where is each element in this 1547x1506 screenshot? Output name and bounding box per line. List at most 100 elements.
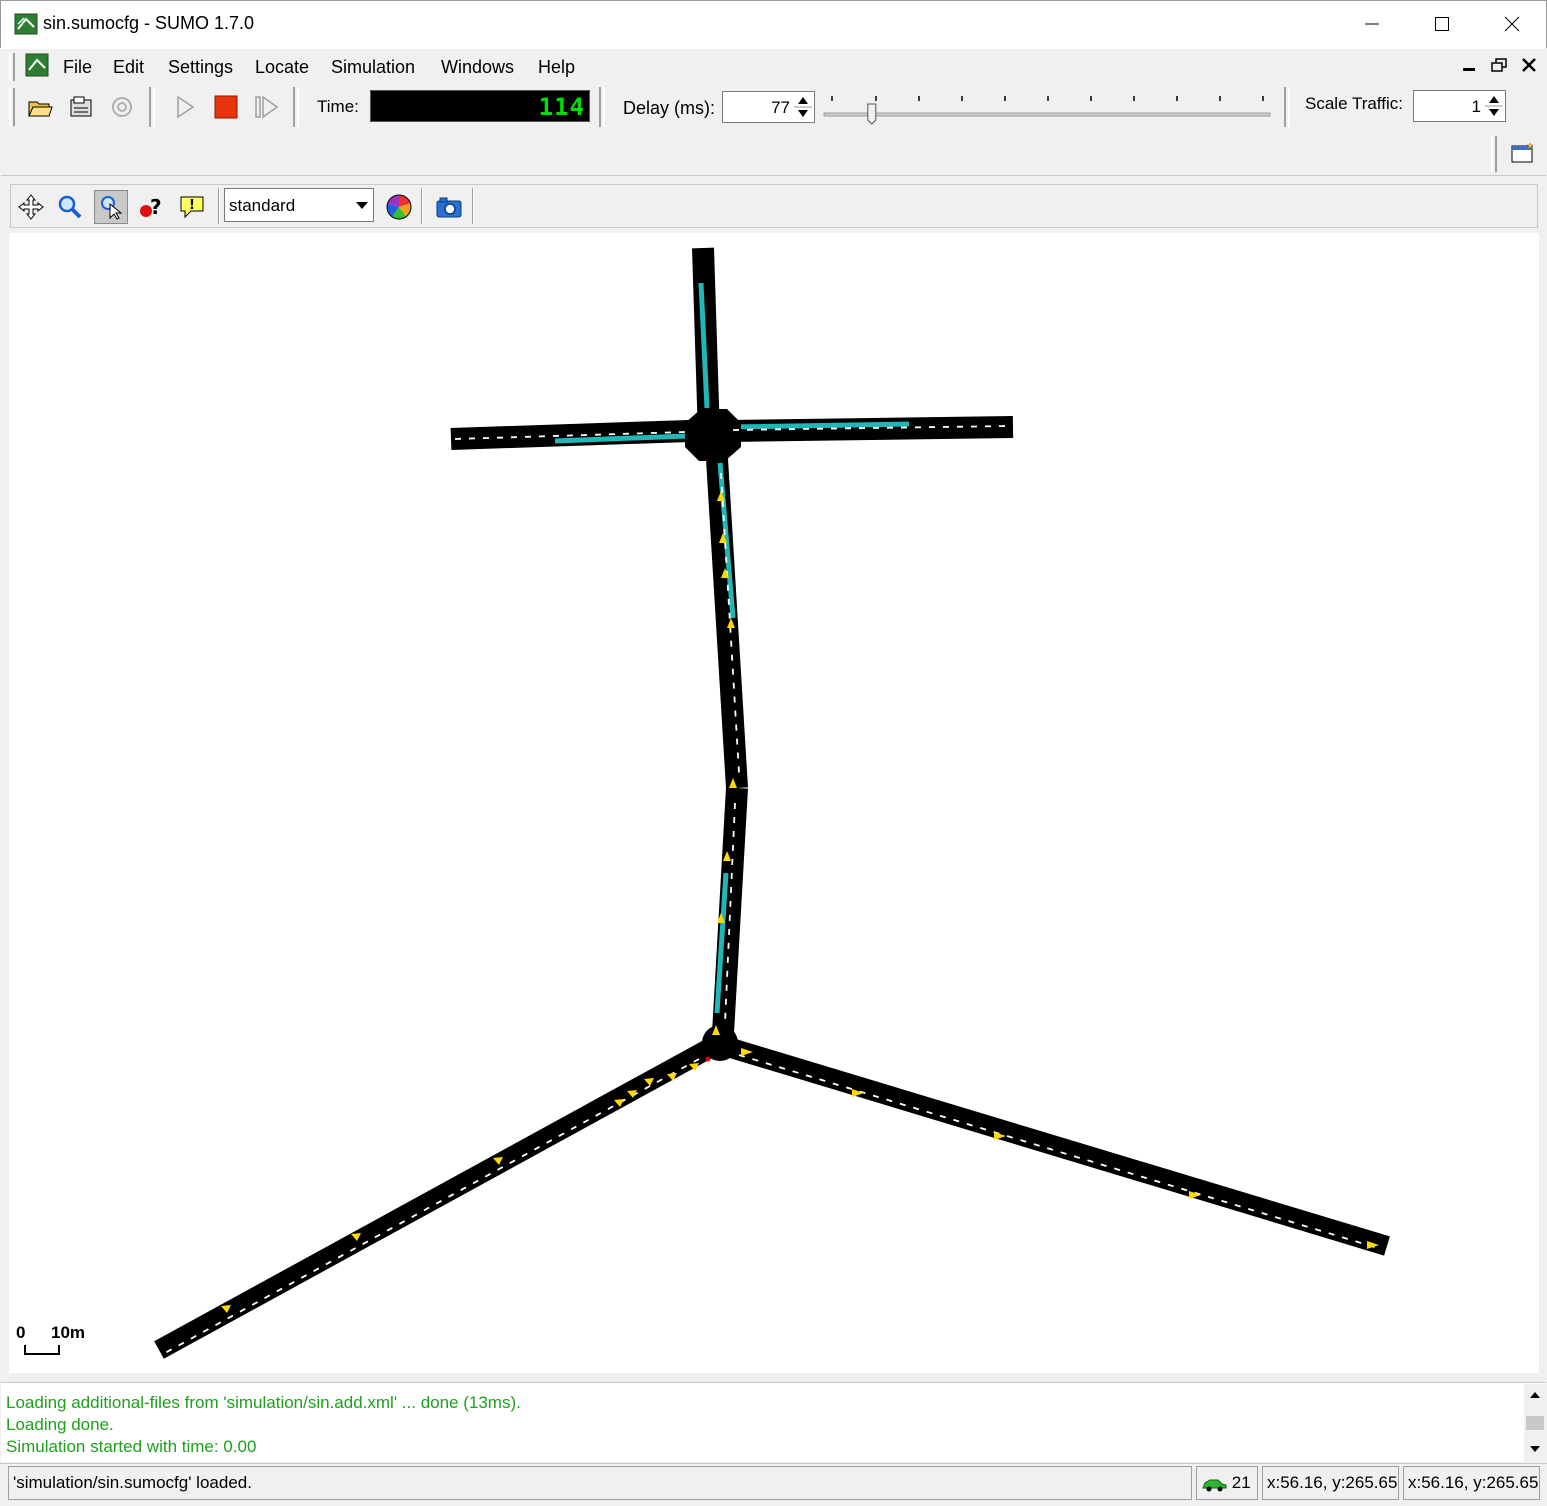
- toolbar-grip[interactable]: [1491, 136, 1497, 172]
- delay-spinner[interactable]: 77: [722, 91, 815, 123]
- network-view-canvas[interactable]: 0 10m: [9, 233, 1539, 1373]
- new-view-button[interactable]: [1506, 136, 1540, 170]
- menu-help-label: Help: [538, 57, 576, 77]
- toolbar-separator: [149, 87, 155, 127]
- close-icon: [1522, 58, 1536, 72]
- delay-value: 77: [771, 98, 790, 117]
- zoom-button[interactable]: [53, 190, 87, 224]
- log-message: Loading additional-files from 'simulatio…: [6, 1393, 521, 1412]
- magnifier-icon: [58, 195, 82, 219]
- svg-text:!: !: [189, 198, 195, 213]
- open-folder-icon: [28, 101, 53, 117]
- mdi-close-button[interactable]: [1518, 55, 1540, 75]
- scroll-up-arrow-icon[interactable]: [1526, 1386, 1544, 1404]
- message-log[interactable]: Loading additional-files from 'simulatio…: [1, 1382, 1546, 1462]
- play-icon: [177, 95, 195, 119]
- slider-thumb[interactable]: [867, 103, 877, 125]
- edit-coloring-button[interactable]: [382, 190, 416, 224]
- menu-file[interactable]: File: [63, 57, 92, 78]
- open-network-button[interactable]: [64, 90, 98, 124]
- log-scrollbar[interactable]: [1524, 1384, 1546, 1462]
- secondary-toolbar: [1, 132, 1546, 176]
- vehicle-count: 21: [1231, 1473, 1251, 1492]
- toolbar-separator: [293, 87, 299, 127]
- toolbar-separator: [218, 188, 220, 224]
- screenshot-button[interactable]: [432, 190, 466, 224]
- svg-text:?: ?: [150, 195, 162, 219]
- speech-bubble-icon: !: [180, 196, 204, 219]
- color-scheme-select[interactable]: standard: [224, 188, 374, 222]
- delay-slider[interactable]: [822, 90, 1272, 126]
- cursor-coordinates: x:56.16, y:265.65: [1262, 1466, 1399, 1500]
- junction-north[interactable]: [685, 409, 741, 461]
- geo-coordinates: x:56.16, y:265.65: [1403, 1466, 1540, 1500]
- toolbar-separator: [599, 87, 605, 127]
- menu-windows-label: Windows: [441, 57, 515, 77]
- camera-icon: [436, 197, 462, 218]
- scroll-thumb[interactable]: [1526, 1416, 1544, 1430]
- chevron-down-icon[interactable]: [353, 191, 371, 219]
- stop-icon: [214, 95, 238, 119]
- reload-icon: [112, 97, 132, 117]
- scale-traffic-spinner[interactable]: 1: [1413, 90, 1506, 122]
- minimize-button[interactable]: [1337, 1, 1407, 47]
- open-simulation-button[interactable]: [23, 90, 57, 124]
- time-display: 114: [370, 90, 590, 122]
- color-wheel-icon: [386, 194, 412, 220]
- stop-button[interactable]: [209, 90, 243, 124]
- status-message: 'simulation/sin.sumocfg' loaded.: [8, 1466, 1192, 1500]
- maximize-button[interactable]: [1407, 1, 1477, 47]
- spinner-arrows-icon[interactable]: [794, 93, 812, 121]
- mdi-minimize-button[interactable]: [1458, 55, 1480, 75]
- scroll-down-arrow-icon[interactable]: [1526, 1440, 1544, 1458]
- toolbar-grip[interactable]: [9, 88, 15, 126]
- menubar-grip[interactable]: [9, 53, 15, 81]
- vehicle-count-box: 21: [1196, 1466, 1258, 1500]
- log-message: Loading done.: [6, 1415, 114, 1434]
- menu-help[interactable]: Help: [538, 57, 575, 78]
- open-network-icon: [70, 96, 92, 117]
- step-icon: [255, 95, 279, 119]
- maximize-icon: [1435, 17, 1449, 31]
- menu-bar: File Edit Settings Locate Simulation Win…: [1, 48, 1546, 84]
- toolbar-separator: [421, 188, 423, 224]
- road-edge-southwest[interactable]: [154, 1039, 715, 1359]
- scale-traffic-label: Scale Traffic:: [1305, 94, 1403, 113]
- recenter-view-button[interactable]: [14, 190, 48, 224]
- tooltip-toggle-button[interactable]: !: [175, 190, 209, 224]
- toolbar-separator: [472, 188, 474, 224]
- close-button[interactable]: [1477, 1, 1547, 47]
- slider-track: [823, 112, 1271, 117]
- log-message: Simulation started with time: 0.00: [6, 1437, 257, 1456]
- menu-edit[interactable]: Edit: [113, 57, 144, 78]
- menu-locate[interactable]: Locate: [255, 57, 309, 78]
- scale-distance-label: 10m: [51, 1323, 86, 1342]
- run-button[interactable]: [168, 90, 202, 124]
- spinner-arrows-icon[interactable]: [1485, 92, 1503, 120]
- toolbar-separator: [1284, 87, 1290, 127]
- menu-simulation[interactable]: Simulation: [331, 57, 415, 78]
- title-bar: sin.sumocfg - SUMO 1.7.0: [0, 0, 1547, 48]
- time-label: Time:: [317, 97, 359, 116]
- menu-windows[interactable]: Windows: [441, 57, 514, 78]
- reload-button[interactable]: [105, 90, 139, 124]
- mdi-app-icon[interactable]: [25, 53, 49, 77]
- window-title: sin.sumocfg - SUMO 1.7.0: [43, 13, 255, 33]
- query-object-button[interactable]: ?: [134, 190, 168, 224]
- traffic-light-signal: [705, 1056, 711, 1062]
- new-window-icon: [1511, 142, 1534, 163]
- scale-zero-label: 0: [16, 1323, 26, 1342]
- close-icon: [1504, 16, 1520, 32]
- road-edge-central-upper[interactable]: [706, 458, 748, 789]
- lane-east[interactable]: [730, 421, 910, 430]
- question-icon: ?: [140, 195, 162, 219]
- restore-icon: [1491, 58, 1507, 72]
- locate-junction-button[interactable]: [94, 190, 128, 224]
- scale-bar: [24, 1345, 60, 1355]
- minimize-icon: [1365, 23, 1379, 25]
- menu-settings[interactable]: Settings: [168, 57, 233, 78]
- mdi-restore-button[interactable]: [1488, 55, 1510, 75]
- menu-simulation-label: Simulation: [331, 57, 416, 77]
- step-button[interactable]: [249, 90, 283, 124]
- road-edge-southeast[interactable]: [728, 1038, 1390, 1256]
